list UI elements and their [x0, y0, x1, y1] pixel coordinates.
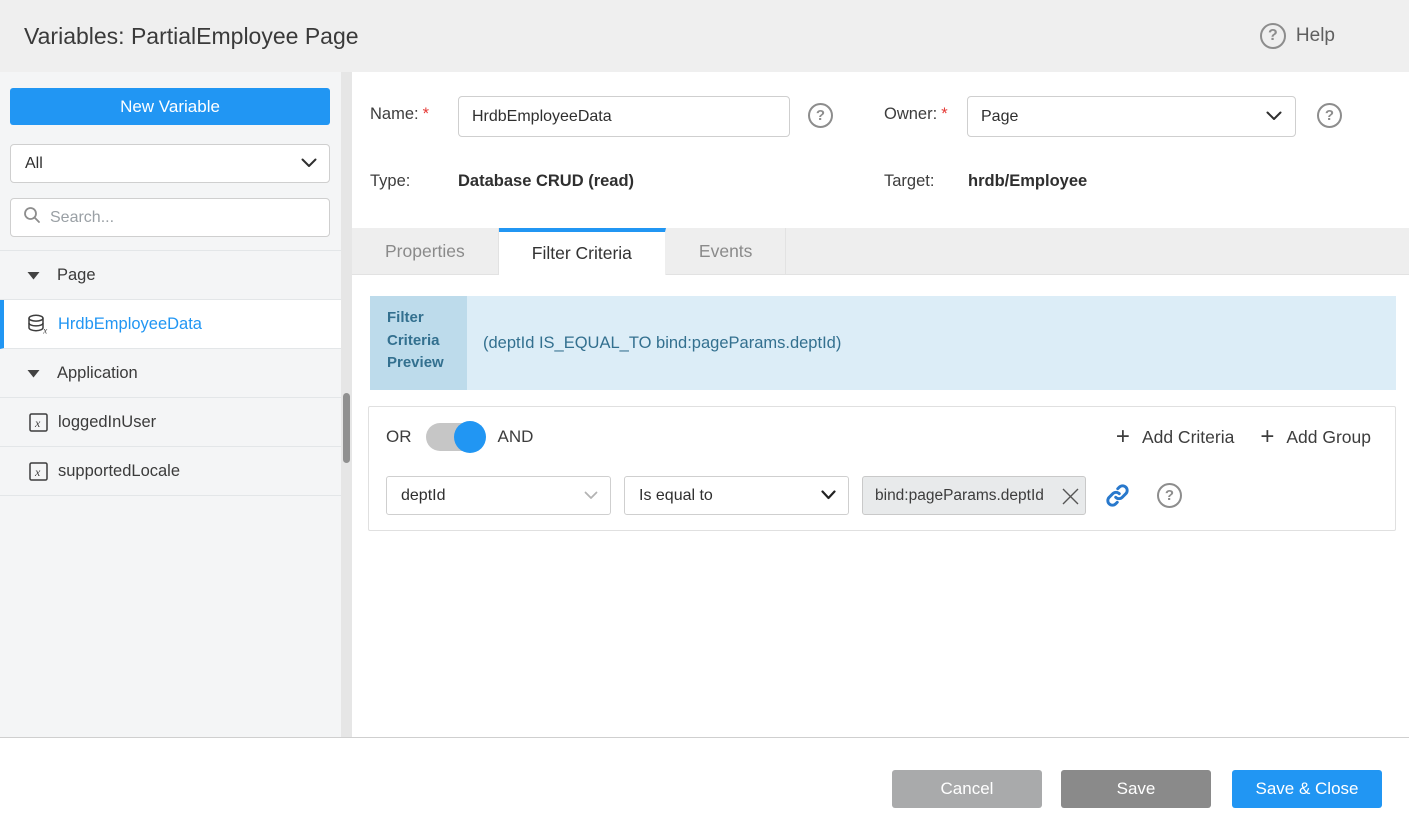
editor-tabs: Properties Filter Criteria Events: [352, 228, 1409, 275]
variables-tree: Page x HrdbEmployeeData Application x lo…: [0, 250, 341, 496]
add-group-label: Add Group: [1286, 427, 1371, 448]
plus-icon: +: [1116, 425, 1130, 449]
criteria-actions: + Add Criteria + Add Group: [1116, 425, 1371, 449]
name-field[interactable]: [458, 96, 790, 137]
field-value: deptId: [401, 487, 445, 505]
chevron-down-icon: [584, 487, 598, 505]
tree-item-hrdbemployeedata[interactable]: x HrdbEmployeeData: [0, 300, 341, 349]
new-variable-button[interactable]: New Variable: [10, 88, 330, 125]
tree-group-label: Application: [57, 364, 138, 383]
preview-value: (deptId IS_EQUAL_TO bind:pageParams.dept…: [467, 296, 1396, 390]
tree-item-label: loggedInUser: [58, 413, 156, 432]
close-icon[interactable]: [1060, 486, 1081, 512]
plus-icon: +: [1260, 425, 1274, 449]
triangle-down-icon: [27, 364, 40, 383]
owner-help-icon[interactable]: ?: [1317, 103, 1342, 128]
tree-item-supportedlocale[interactable]: x supportedLocale: [0, 447, 341, 496]
help-button[interactable]: ? Help: [1260, 0, 1335, 72]
scrollbar-thumb[interactable]: [343, 393, 350, 463]
save-button[interactable]: Save: [1061, 770, 1211, 808]
type-label: Type:: [370, 172, 410, 191]
criteria-toolbar: OR AND + Add Criteria + Add Group: [386, 421, 1371, 453]
svg-text:x: x: [42, 325, 47, 335]
type-value: Database CRUD (read): [458, 172, 634, 191]
bind-link-icon[interactable]: [1104, 482, 1131, 509]
bind-value-text: bind:pageParams.deptId: [875, 487, 1044, 505]
add-criteria-label: Add Criteria: [1142, 427, 1234, 448]
and-label: AND: [498, 427, 534, 447]
tab-filter-criteria[interactable]: Filter Criteria: [499, 228, 666, 275]
condition-select[interactable]: Is equal to: [624, 476, 849, 515]
tree-item-label: supportedLocale: [58, 462, 180, 481]
criteria-row: deptId Is equal to bind:pageParams.deptI…: [386, 476, 1182, 515]
condition-value: Is equal to: [639, 487, 713, 505]
help-icon: ?: [1260, 23, 1286, 49]
tree-group-application[interactable]: Application: [0, 349, 341, 398]
target-value: hrdb/Employee: [968, 172, 1087, 191]
sidebar-scrollbar[interactable]: [341, 72, 352, 738]
criteria-help-icon[interactable]: ?: [1157, 483, 1182, 508]
chevron-down-icon: [821, 487, 836, 505]
owner-select[interactable]: Page: [967, 96, 1296, 137]
triangle-down-icon: [27, 266, 40, 285]
variable-editor: Name:* ? Owner:* Page ? Type: Database C…: [352, 72, 1409, 738]
criteria-group: OR AND + Add Criteria + Add Group: [368, 406, 1396, 531]
tree-item-loggedinuser[interactable]: x loggedInUser: [0, 398, 341, 447]
required-asterisk: *: [423, 105, 429, 123]
add-group-button[interactable]: + Add Group: [1260, 425, 1371, 449]
preview-label: Filter Criteria Preview: [370, 296, 467, 390]
page-title: Variables: PartialEmployee Page: [24, 23, 359, 50]
chevron-down-icon: [301, 155, 317, 173]
search-icon: [23, 206, 41, 229]
dialog-footer: Cancel Save Save & Close: [0, 738, 1409, 838]
field-select[interactable]: deptId: [386, 476, 611, 515]
tab-events[interactable]: Events: [666, 228, 787, 275]
variable-icon: x: [27, 413, 49, 432]
variable-icon: x: [27, 462, 49, 481]
name-help-icon[interactable]: ?: [808, 103, 833, 128]
variable-filter-select[interactable]: All: [10, 144, 330, 183]
dialog-header: Variables: PartialEmployee Page ? Help: [0, 0, 1409, 72]
add-criteria-button[interactable]: + Add Criteria: [1116, 425, 1234, 449]
svg-text:x: x: [34, 416, 41, 430]
variables-sidebar: New Variable All Page x: [0, 72, 352, 738]
database-icon: x: [27, 314, 49, 335]
toggle-knob: [454, 421, 486, 453]
target-label: Target:: [884, 172, 934, 191]
svg-text:x: x: [34, 465, 41, 479]
cancel-button[interactable]: Cancel: [892, 770, 1042, 808]
search-input[interactable]: [50, 209, 317, 227]
or-label: OR: [386, 427, 412, 447]
save-and-close-button[interactable]: Save & Close: [1232, 770, 1382, 808]
variable-search: [10, 198, 330, 237]
help-label: Help: [1296, 25, 1335, 47]
required-asterisk: *: [941, 105, 947, 123]
tree-group-page[interactable]: Page: [0, 251, 341, 300]
owner-label: Owner:*: [884, 105, 948, 124]
tree-item-label: HrdbEmployeeData: [58, 315, 202, 334]
owner-value: Page: [981, 108, 1018, 126]
bind-value-chip[interactable]: bind:pageParams.deptId: [862, 476, 1086, 515]
variables-dialog: Variables: PartialEmployee Page ? Help N…: [0, 0, 1409, 838]
or-and-toggle[interactable]: [426, 423, 484, 451]
name-label: Name:*: [370, 105, 429, 124]
filter-criteria-preview: Filter Criteria Preview (deptId IS_EQUAL…: [370, 296, 1396, 390]
tree-group-label: Page: [57, 266, 96, 285]
variable-filter-value: All: [25, 155, 43, 173]
tab-properties[interactable]: Properties: [352, 228, 499, 275]
chevron-down-icon: [1266, 108, 1282, 126]
